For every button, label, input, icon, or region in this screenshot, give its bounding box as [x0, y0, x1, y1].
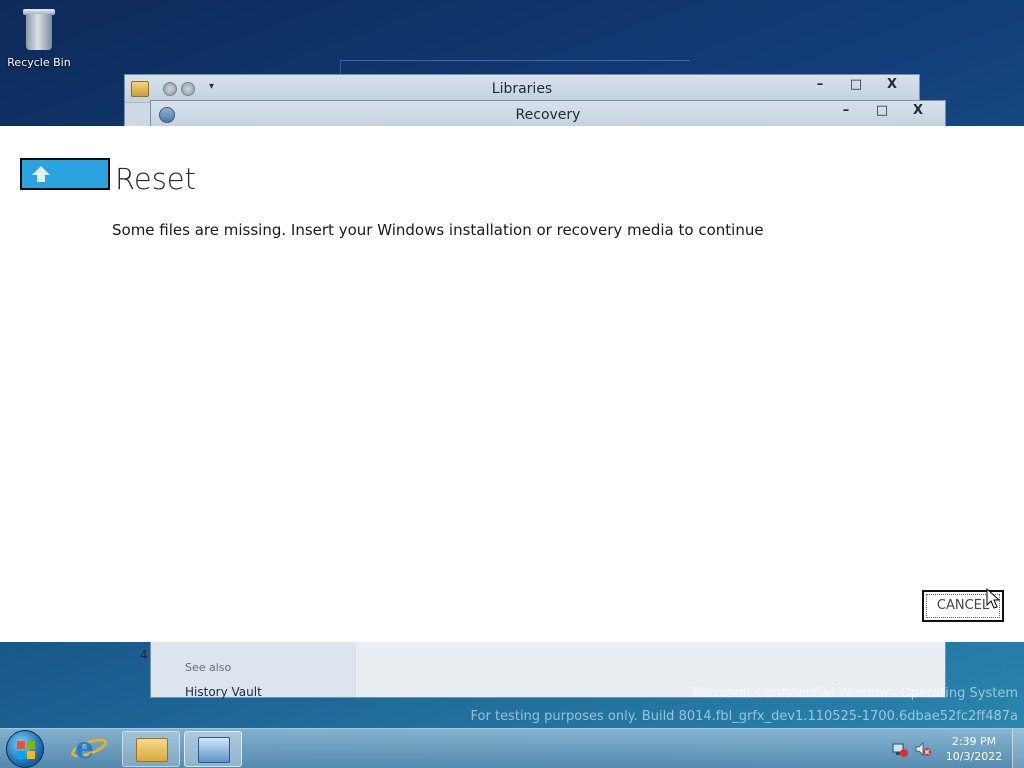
recycle-bin-icon	[22, 6, 56, 50]
maximize-button[interactable]: □	[873, 103, 891, 118]
recycle-bin-desktop-icon[interactable]: Recycle Bin	[6, 6, 72, 69]
clock-time: 2:39 PM	[951, 735, 997, 748]
show-desktop-button[interactable]	[1012, 729, 1024, 768]
taskbar: e 2:39 PM 10/3/2022	[0, 728, 1024, 768]
see-also-heading: See also	[185, 661, 232, 674]
system-clock[interactable]: 2:39 PM 10/3/2022	[944, 734, 1004, 764]
recovery-title: Recovery	[515, 107, 581, 123]
partial-window-number: 4	[140, 648, 148, 662]
libraries-title: Libraries	[491, 81, 553, 97]
volume-muted-icon[interactable]	[915, 741, 931, 757]
close-button[interactable]: X	[883, 77, 901, 92]
up-arrow-icon	[32, 166, 50, 182]
minimize-button[interactable]: –	[811, 77, 829, 92]
clock-date: 10/3/2022	[945, 750, 1003, 763]
dialog-title: Reset	[115, 162, 197, 196]
windows-logo-icon	[17, 741, 35, 759]
history-vault-link[interactable]: History Vault	[185, 685, 262, 699]
network-icon[interactable]	[892, 741, 908, 757]
start-button[interactable]	[6, 730, 44, 768]
build-watermark-line1: Microsoft Confidential Windows Operating…	[692, 686, 1018, 701]
libraries-titlebar[interactable]: ▾ Libraries – □ X	[125, 75, 919, 103]
mouse-cursor-icon	[986, 588, 1001, 609]
control-panel-icon	[198, 737, 230, 763]
windows-explorer-icon	[136, 738, 168, 762]
recycle-bin-label: Recycle Bin	[7, 56, 71, 69]
minimize-button[interactable]: –	[837, 103, 855, 118]
taskbar-control-panel[interactable]	[184, 731, 242, 767]
build-watermark-line2: For testing purposes only. Build 8014.fb…	[470, 709, 1018, 724]
dialog-message: Some files are missing. Insert your Wind…	[112, 221, 764, 239]
taskbar-internet-explorer[interactable]: e	[60, 731, 118, 767]
internet-explorer-icon: e	[75, 731, 95, 766]
recovery-titlebar[interactable]: Recovery – □ X	[151, 101, 945, 129]
taskbar-windows-explorer[interactable]	[122, 731, 180, 767]
maximize-button[interactable]: □	[847, 77, 865, 92]
reset-dialog: Reset Some files are missing. Insert you…	[0, 126, 1024, 642]
back-button[interactable]	[20, 158, 110, 190]
close-button[interactable]: X	[909, 103, 927, 118]
